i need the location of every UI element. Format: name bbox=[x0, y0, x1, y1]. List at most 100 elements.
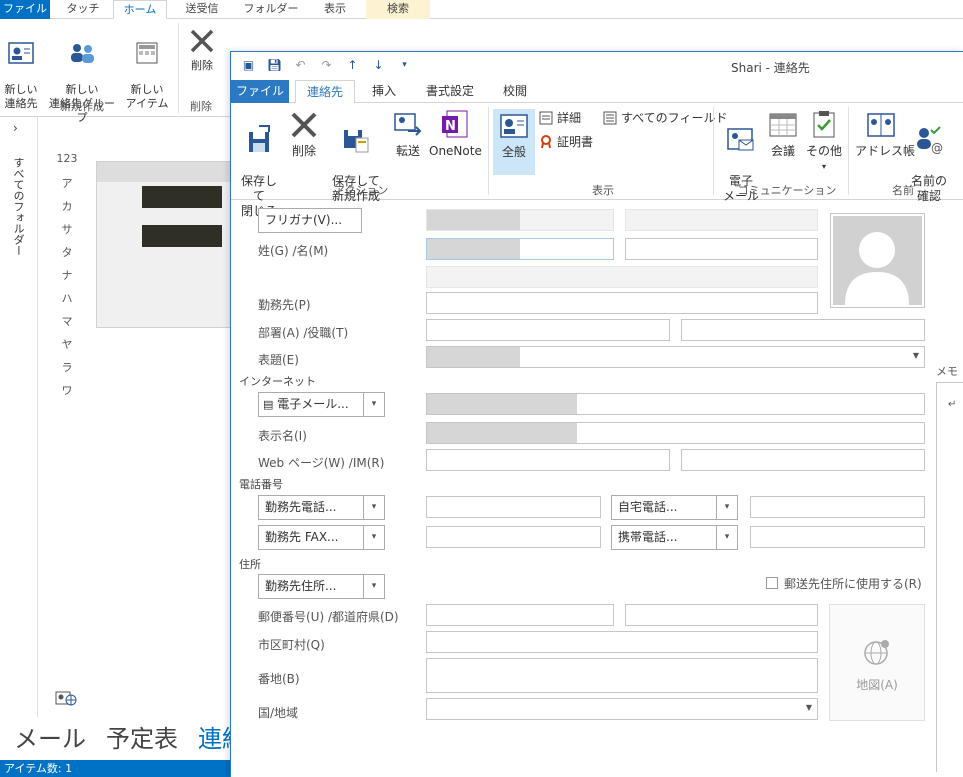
email-card-icon bbox=[727, 128, 754, 151]
nav-people[interactable]: 連絡 bbox=[198, 725, 232, 753]
index-item[interactable]: ワ bbox=[52, 382, 82, 405]
save-icon[interactable]: 💾︎ bbox=[267, 58, 282, 73]
index-item[interactable]: マ bbox=[52, 313, 82, 336]
index-item[interactable]: サ bbox=[52, 221, 82, 244]
general-view-button[interactable]: 全般 bbox=[493, 109, 535, 175]
main-tab-home[interactable]: ホーム bbox=[113, 0, 167, 19]
contact-photo[interactable] bbox=[830, 213, 925, 308]
tab-format[interactable]: 書式設定 bbox=[411, 80, 489, 103]
more-button[interactable]: その他 ▾ bbox=[805, 109, 843, 174]
main-tab-send-receive[interactable]: 送受信 bbox=[172, 0, 232, 19]
city-field[interactable] bbox=[426, 631, 818, 653]
app-icon[interactable]: ▣ bbox=[241, 58, 256, 73]
index-item[interactable]: タ bbox=[52, 244, 82, 267]
prefecture-field[interactable] bbox=[625, 604, 818, 626]
display-name-field[interactable] bbox=[426, 422, 925, 444]
postal-label: 郵便番号(U) /都道府県(D) bbox=[258, 610, 399, 624]
index-item[interactable]: ナ bbox=[52, 267, 82, 290]
index-item[interactable]: ヤ bbox=[52, 336, 82, 359]
nav-calendar[interactable]: 予定表 bbox=[106, 725, 178, 753]
map-button[interactable]: 地図(A) bbox=[829, 604, 925, 721]
business-address-button[interactable]: 勤務先住所... bbox=[258, 574, 364, 599]
certificates-button[interactable]: 証明書 bbox=[539, 133, 593, 150]
delete-button[interactable]: 削除 bbox=[287, 109, 321, 159]
business-fax-field[interactable] bbox=[426, 526, 601, 548]
job-title-field[interactable] bbox=[681, 319, 925, 341]
all-fields-button[interactable]: すべてのフィールド bbox=[603, 109, 727, 126]
home-phone-button[interactable]: 自宅電話... bbox=[611, 495, 717, 520]
email-field[interactable] bbox=[426, 393, 925, 415]
email-type-button[interactable]: ▤ 電子メール... bbox=[258, 392, 364, 417]
tab-contact[interactable]: 連絡先 bbox=[295, 80, 355, 104]
furigana-button[interactable]: フリガナ(V)... bbox=[258, 208, 362, 233]
web-page-field[interactable] bbox=[426, 449, 670, 471]
onenote-button[interactable]: N OneNote bbox=[429, 109, 482, 159]
tab-review[interactable]: 校閲 bbox=[493, 80, 537, 103]
folder-pane-label[interactable]: すべてのフォルダー bbox=[10, 157, 26, 256]
mobile-phone-dropdown[interactable]: ▾ bbox=[716, 525, 738, 550]
next-item-icon[interactable]: ↓ bbox=[371, 58, 386, 73]
redo-icon[interactable]: ↷ bbox=[319, 58, 334, 73]
main-tab-touch[interactable]: タッチ bbox=[58, 0, 108, 19]
new-contact-button[interactable]: 新しい 連絡先 bbox=[2, 27, 40, 111]
email-type-dropdown[interactable]: ▾ bbox=[363, 392, 385, 417]
details-button[interactable]: 詳細 bbox=[539, 109, 581, 126]
main-group-new: 新規作成 bbox=[60, 100, 104, 113]
first-name-field[interactable] bbox=[625, 238, 818, 260]
business-fax-dropdown[interactable]: ▾ bbox=[363, 525, 385, 550]
index-item[interactable]: ラ bbox=[52, 359, 82, 382]
tab-file[interactable]: ファイル bbox=[231, 80, 289, 103]
department-field[interactable] bbox=[426, 319, 670, 341]
business-phone-field[interactable] bbox=[426, 496, 601, 518]
index-item[interactable]: ア bbox=[52, 175, 82, 198]
customize-qat-icon[interactable]: ▾ bbox=[397, 58, 412, 73]
main-tab-search[interactable]: 検索 bbox=[366, 0, 430, 19]
im-address-field[interactable] bbox=[681, 449, 925, 471]
new-items-button[interactable]: 新しい アイテム bbox=[124, 27, 170, 111]
main-tab-file[interactable]: ファイル bbox=[0, 0, 50, 19]
ribbon-separator bbox=[713, 107, 714, 195]
chevron-right-icon[interactable]: › bbox=[13, 121, 18, 135]
certificate-icon bbox=[541, 134, 551, 148]
furigana-last-field[interactable] bbox=[426, 209, 614, 231]
previous-item-icon[interactable]: ↑ bbox=[345, 58, 360, 73]
index-item[interactable]: カ bbox=[52, 198, 82, 221]
meeting-button[interactable]: 会議 bbox=[765, 109, 801, 159]
save-close-button[interactable]: 保存して 閉じる bbox=[236, 109, 282, 219]
home-phone-field[interactable] bbox=[750, 496, 925, 518]
home-phone-dropdown[interactable]: ▾ bbox=[716, 495, 738, 520]
main-delete-button[interactable]: 削除 bbox=[184, 27, 220, 73]
check-names-icon: @ bbox=[917, 126, 943, 155]
new-contact-label: 新しい 連絡先 bbox=[4, 83, 38, 110]
forward-button[interactable]: 転送 bbox=[391, 109, 425, 159]
mobile-phone-button[interactable]: 携帯電話... bbox=[611, 525, 717, 550]
mailing-address-checkbox[interactable] bbox=[766, 577, 778, 589]
mobile-phone-field[interactable] bbox=[750, 526, 925, 548]
company-field[interactable] bbox=[426, 292, 818, 314]
nav-mail[interactable]: メール bbox=[14, 725, 86, 753]
tab-insert[interactable]: 挿入 bbox=[361, 80, 407, 103]
file-as-select[interactable]: ▼ bbox=[426, 346, 925, 368]
contact-card-preview[interactable] bbox=[96, 161, 236, 328]
map-label: 地図(A) bbox=[856, 678, 898, 692]
business-phone-button[interactable]: 勤務先電話... bbox=[258, 495, 364, 520]
street-field[interactable] bbox=[426, 658, 818, 693]
business-fax-button[interactable]: 勤務先 FAX... bbox=[258, 525, 364, 550]
name-label: 姓(G) /名(M) bbox=[258, 244, 329, 258]
main-tab-folder[interactable]: フォルダー bbox=[236, 0, 306, 19]
avatar bbox=[833, 216, 922, 305]
index-item[interactable]: ハ bbox=[52, 290, 82, 313]
people-view-icon[interactable] bbox=[55, 690, 77, 709]
web-im-label: Web ページ(W) /IM(R) bbox=[258, 456, 385, 470]
memo-field[interactable]: ↵ bbox=[936, 382, 963, 772]
business-phone-dropdown[interactable]: ▾ bbox=[363, 495, 385, 520]
index-item[interactable]: 123 bbox=[52, 152, 82, 175]
business-address-dropdown[interactable]: ▾ bbox=[363, 574, 385, 599]
country-select[interactable]: ▼ bbox=[426, 698, 818, 720]
furigana-first-field[interactable] bbox=[625, 209, 818, 231]
main-tab-view[interactable]: 表示 bbox=[310, 0, 360, 19]
address-book-button[interactable]: アドレス帳 bbox=[855, 109, 915, 159]
undo-icon[interactable]: ↶ bbox=[293, 58, 308, 73]
last-name-field[interactable] bbox=[426, 238, 614, 260]
postal-code-field[interactable] bbox=[426, 604, 614, 626]
